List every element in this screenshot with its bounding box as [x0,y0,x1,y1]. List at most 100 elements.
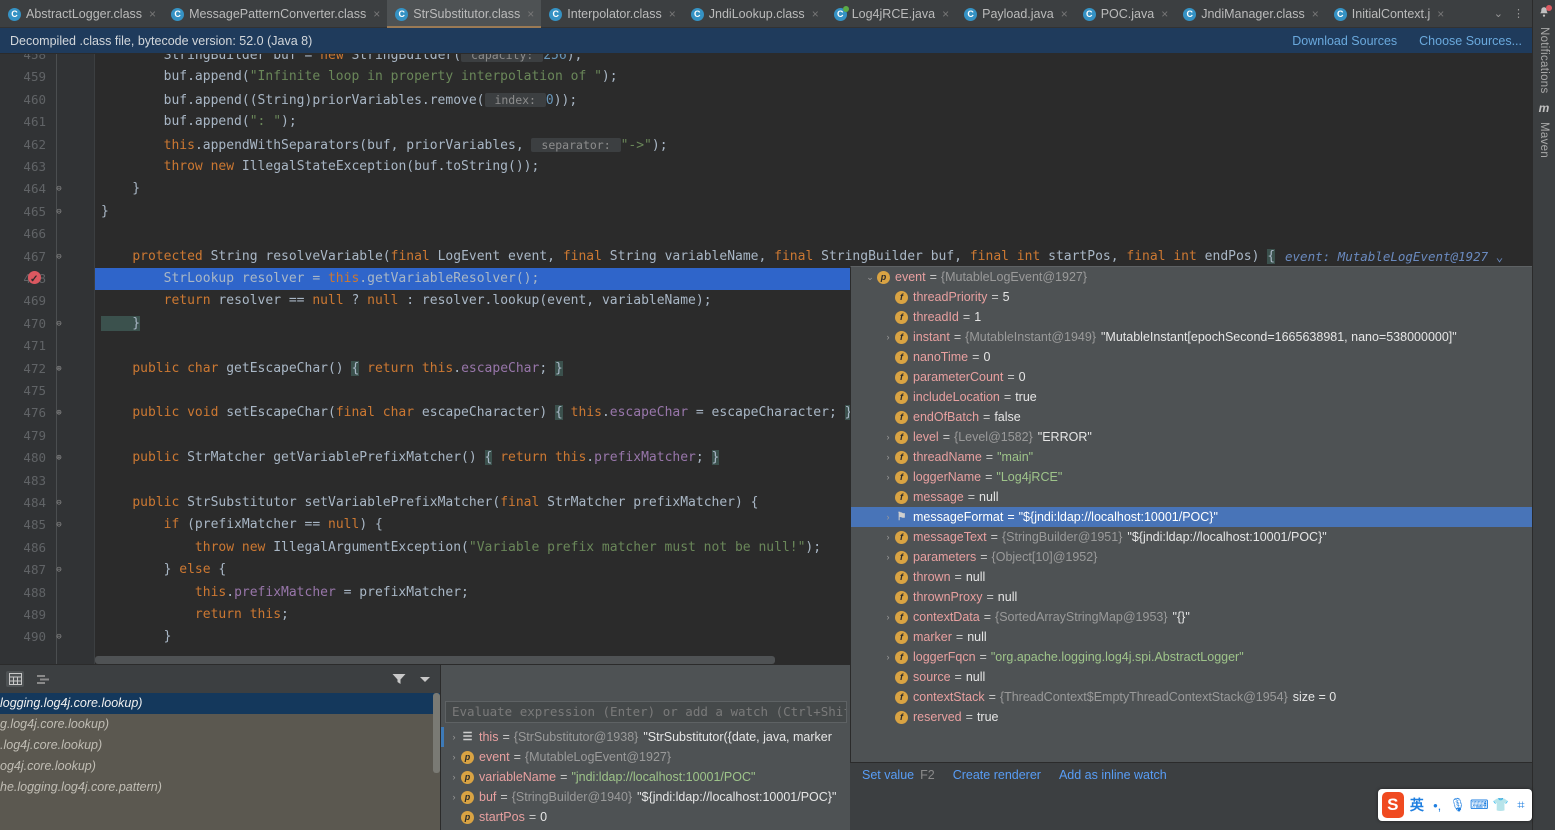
tab-options-icon[interactable]: ⋮ [1509,7,1528,20]
variable-row[interactable]: f endOfBatch = false [851,407,1532,427]
code-line[interactable]: 461 buf.append(": "); [23,111,1532,133]
code-line[interactable]: 458 StringBuilder buf = new StringBuilde… [23,54,1532,66]
ime-item-3[interactable]: ⌨ [1470,797,1489,813]
notifications-tool-label[interactable]: Notifications [1538,24,1550,97]
tab-overflow-icon[interactable]: ⌄ [1490,7,1507,20]
expand-arrow-icon[interactable]: › [881,427,895,447]
code-line[interactable]: 463 throw new IllegalStateException(buf.… [23,156,1532,178]
stack-frame-row[interactable]: g.log4j.core.lookup) [0,714,440,735]
code-fold-toggle[interactable]: ⊖ [54,313,64,335]
breakpoint-marker[interactable] [28,269,41,291]
code-line[interactable]: 459 buf.append("Infinite loop in propert… [23,66,1532,88]
editor-tab-strsubstitutor-class[interactable]: C StrSubstitutor.class × [387,0,542,28]
close-tab-icon[interactable]: × [1161,7,1168,21]
code-line[interactable]: 462 this.appendWithSeparators(buf, prior… [23,134,1532,156]
ime-item-4[interactable]: 👕 [1493,797,1509,813]
ime-item-5[interactable]: ⌗ [1514,797,1528,813]
code-line[interactable]: 467 ⊖ protected String resolveVariable(fi… [23,246,1532,268]
variable-row[interactable]: f marker = null [851,627,1532,647]
editor-tab-poc-java[interactable]: C POC.java × [1075,0,1176,28]
close-tab-icon[interactable]: × [1437,7,1444,21]
maven-tool-label[interactable]: Maven [1538,119,1550,161]
variable-row[interactable]: › f contextData = {SortedArrayStringMap@1953… [851,607,1532,627]
chevron-down-icon[interactable] [416,671,434,687]
stack-frame-row[interactable]: og4j.core.lookup) [0,756,440,777]
expand-arrow-icon[interactable]: › [881,607,895,627]
variable-row[interactable]: › ⚑ messageFormat = "${jndi:ldap://localhost… [851,507,1532,527]
variable-row[interactable]: f contextStack = {ThreadContext$EmptyThread… [851,687,1532,707]
variable-row[interactable]: f source = null [851,667,1532,687]
variable-row[interactable]: f thrown = null [851,567,1532,587]
evaluate-expression-input[interactable]: Evaluate expression (Enter) or add a wat… [445,701,847,723]
code-line[interactable]: 466 [23,223,1532,245]
editor-horizontal-scrollbar[interactable] [95,656,775,664]
expand-arrow-icon[interactable]: › [881,447,895,467]
frames-list[interactable]: logging.log4j.core.lookup) g.log4j.core.l… [0,693,440,830]
editor-tab-messagepatternconverter-class[interactable]: C MessagePatternConverter.class × [163,0,387,28]
expand-arrow-icon[interactable]: › [881,527,895,547]
variable-row[interactable]: › f messageText = {StringBuilder@1951} "${jnd… [851,527,1532,547]
expand-arrow-icon[interactable]: › [447,747,461,767]
variable-row[interactable]: › p variableName = "jndi:ldap://localhost:10… [441,767,851,787]
expand-arrow-icon[interactable]: › [447,727,461,747]
create-renderer-action[interactable]: Create renderer [953,768,1041,782]
ime-item-1[interactable]: •, [1430,798,1444,813]
variable-row[interactable]: › f parameters = {Object[10]@1952} [851,547,1532,567]
close-tab-icon[interactable]: × [669,7,676,21]
editor-tab-payload-java[interactable]: C Payload.java × [956,0,1075,28]
variable-row[interactable]: p startPos = 0 [441,807,851,827]
variable-row[interactable]: › f threadName = "main" [851,447,1532,467]
stack-frame-row[interactable]: he.logging.log4j.core.pattern) [0,777,440,798]
notifications-bell-icon[interactable] [1537,5,1552,20]
code-fold-toggle[interactable]: ⊖ [54,492,64,514]
editor-tab-jndimanager-class[interactable]: C JndiManager.class × [1175,0,1326,28]
expand-arrow-icon[interactable]: › [881,327,895,347]
code-fold-toggle[interactable]: ⊖ [54,626,64,648]
close-tab-icon[interactable]: × [373,7,380,21]
expand-arrow-icon[interactable]: ⌄ [863,267,877,287]
variable-row[interactable]: › ☰ this = {StrSubstitutor@1938} "StrSubstitu… [441,727,851,747]
close-tab-icon[interactable]: × [942,7,949,21]
expand-arrow-icon[interactable]: › [881,647,895,667]
choose-sources-link[interactable]: Choose Sources... [1419,34,1522,48]
variable-row[interactable]: f message = null [851,487,1532,507]
expand-arrow-icon[interactable]: › [881,507,895,527]
list-view-icon[interactable] [34,671,52,687]
variable-row[interactable]: f nanoTime = 0 [851,347,1532,367]
close-tab-icon[interactable]: × [149,7,156,21]
editor-tab-initialcontext-j[interactable]: C InitialContext.j × [1326,0,1452,28]
code-fold-toggle[interactable]: ⊕ [54,402,64,424]
variable-row[interactable]: › f loggerFqcn = "org.apache.logging.log4j.s… [851,647,1532,667]
variable-row[interactable]: › p event = {MutableLogEvent@1927} [441,747,851,767]
stack-frame-row[interactable]: logging.log4j.core.lookup) [0,693,440,714]
code-line[interactable]: 464 ⊖ } [23,178,1532,200]
filter-icon[interactable] [390,671,408,687]
close-tab-icon[interactable]: × [1312,7,1319,21]
expand-arrow-icon[interactable]: › [447,767,461,787]
expand-arrow-icon[interactable]: › [881,467,895,487]
variable-row[interactable]: f parameterCount = 0 [851,367,1532,387]
editor-tab-jndilookup-class[interactable]: C JndiLookup.class × [683,0,826,28]
variable-row[interactable]: f threadId = 1 [851,307,1532,327]
code-fold-toggle[interactable]: ⊕ [54,447,64,469]
variable-row[interactable]: f includeLocation = true [851,387,1532,407]
editor-tab-log4jrce-java[interactable]: C Log4jRCE.java × [826,0,956,28]
variable-row[interactable]: f threadPriority = 5 [851,287,1532,307]
frames-vertical-scrollbar[interactable] [433,693,440,773]
code-fold-toggle[interactable]: ⊖ [54,246,64,268]
editor-tab-abstractlogger-class[interactable]: C AbstractLogger.class × [0,0,163,28]
expand-arrow-icon[interactable]: › [447,787,461,807]
code-line[interactable]: 460 buf.append((String)priorVariables.re… [23,89,1532,111]
variable-row[interactable]: › f instant = {MutableInstant@1949} "MutableI… [851,327,1532,347]
close-tab-icon[interactable]: × [1061,7,1068,21]
editor-tab-interpolator-class[interactable]: C Interpolator.class × [541,0,683,28]
frames-panel[interactable]: logging.log4j.core.lookup) g.log4j.core.l… [0,664,440,830]
sogou-ime-toolbar[interactable]: S 英 •, 🎙 ⌨ 👕 ⌗ [1378,789,1532,821]
set-value-action[interactable]: Set value [862,768,914,782]
inline-watch-hint[interactable]: event: MutableLogEvent@1927 ⌄ [1285,246,1503,268]
watches-panel[interactable]: Evaluate expression (Enter) or add a wat… [440,664,850,830]
close-tab-icon[interactable]: × [527,7,534,21]
stack-frame-row[interactable]: .log4j.core.lookup) [0,735,440,756]
expand-arrow-icon[interactable]: › [881,547,895,567]
variable-row[interactable]: › f loggerName = "Log4jRCE" [851,467,1532,487]
